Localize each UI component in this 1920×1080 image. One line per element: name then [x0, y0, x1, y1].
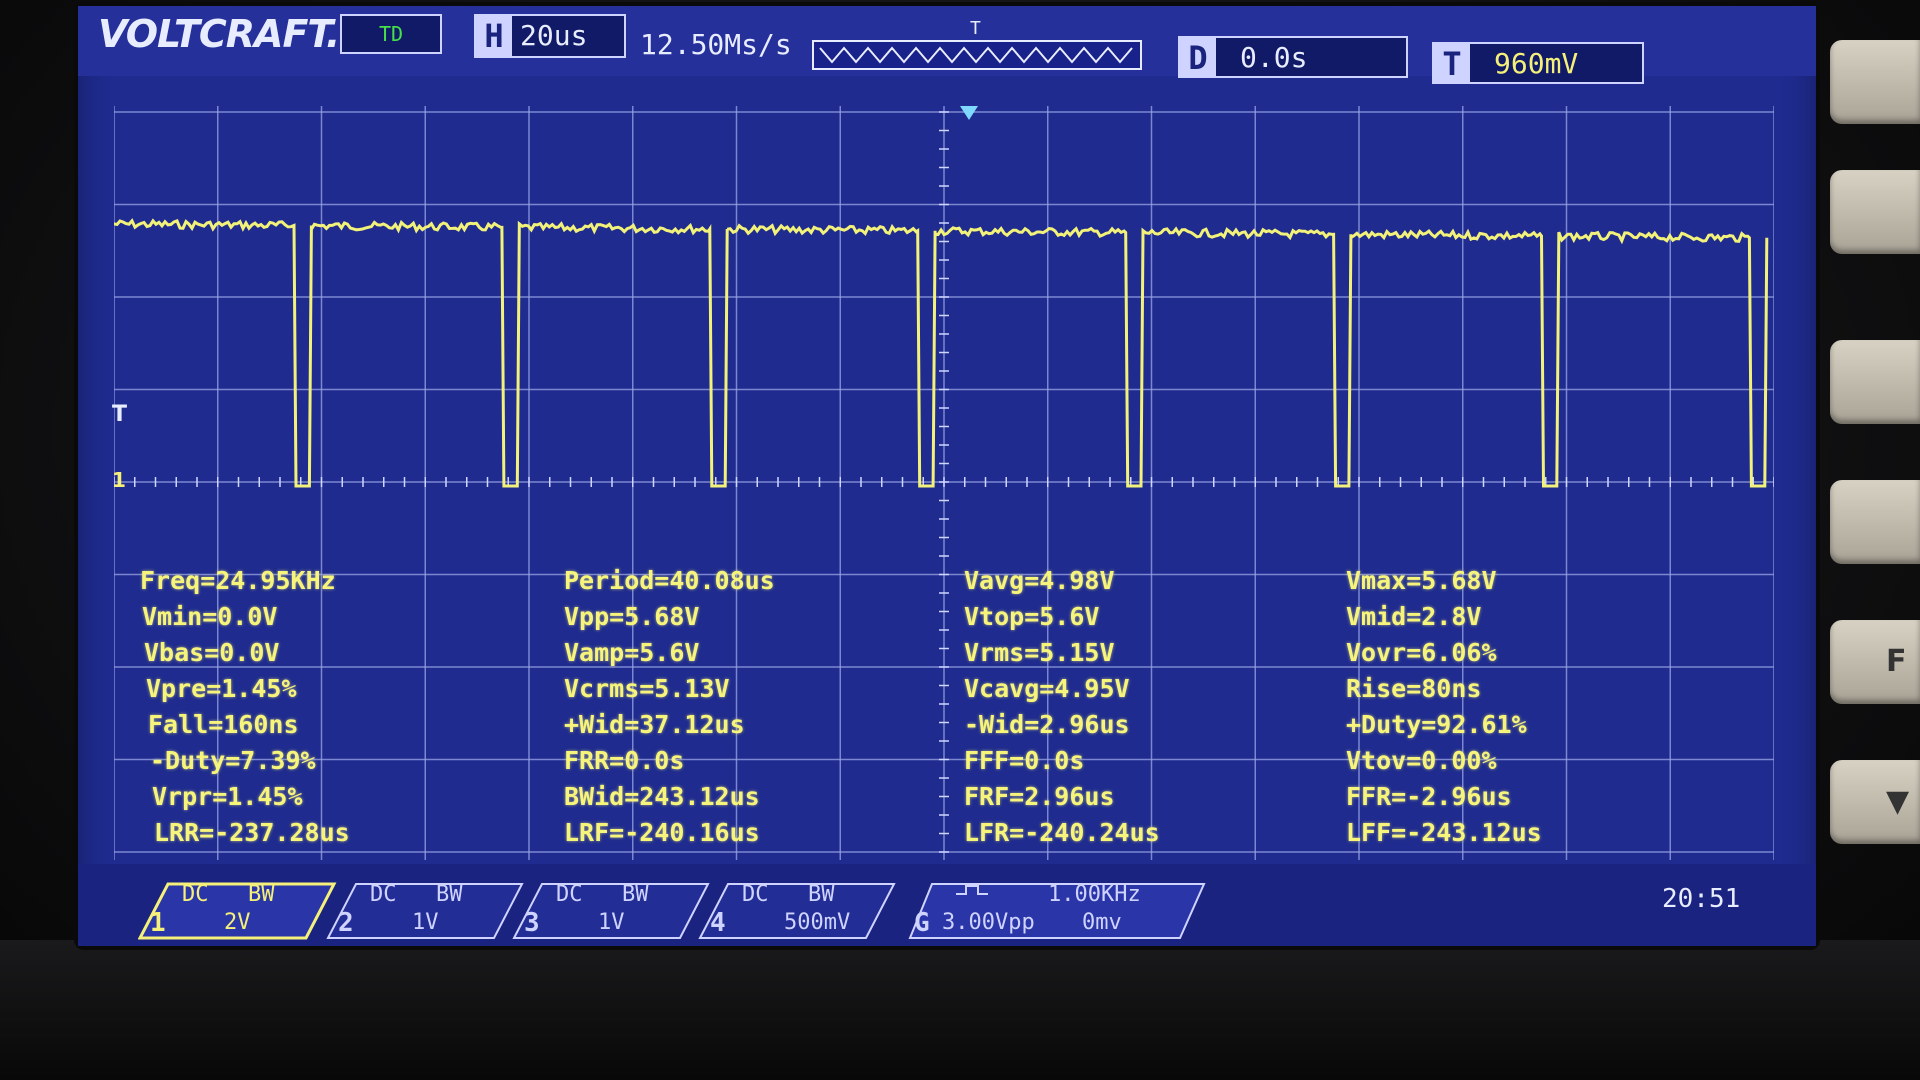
- channel-1-bw: BW: [248, 882, 275, 907]
- measurement-col3-1: Vtop=5.6V: [964, 602, 1100, 631]
- measurement-col1-7: LRR=-237.28us: [154, 818, 350, 847]
- channel-1-button[interactable]: 1 DC BW 2V: [138, 882, 338, 940]
- channel-2-coupling: DC: [370, 882, 397, 907]
- measurement-col1-1: Vmin=0.0V: [142, 602, 278, 631]
- measurement-col1-6: Vrpr=1.45%: [152, 782, 303, 811]
- measurement-col2-7: LRF=-240.16us: [564, 818, 760, 847]
- measurement-col4-3: Rise=80ns: [1346, 674, 1482, 703]
- clock: 20:51: [1662, 884, 1741, 914]
- side-button-3[interactable]: [1830, 340, 1920, 424]
- memory-depth-indicator: [812, 40, 1142, 70]
- side-button-2[interactable]: [1830, 170, 1920, 254]
- measurement-col3-6: FRF=2.96us: [964, 782, 1115, 811]
- channel-3-button[interactable]: 3 DC BW 1V: [512, 882, 712, 940]
- delay-value: 0.0s: [1240, 41, 1308, 74]
- measurement-col2-5: FRR=0.0s: [564, 746, 685, 775]
- channel-2-button[interactable]: 2 DC BW 1V: [326, 882, 526, 940]
- measurement-col1-4: Fall=160ns: [148, 710, 299, 739]
- measurement-col2-2: Vamp=5.6V: [564, 638, 700, 667]
- trigger-level-value: 960mV: [1494, 47, 1579, 80]
- generator-offset: 0mv: [1082, 910, 1122, 935]
- measurement-col2-4: +Wid=37.12us: [564, 710, 745, 739]
- measurement-col4-0: Vmax=5.68V: [1346, 566, 1497, 595]
- channel-4-scale: 500mV: [784, 910, 851, 935]
- delay-box[interactable]: D 0.0s: [1178, 36, 1408, 78]
- channel-2-num: 2: [338, 908, 354, 938]
- measurement-col4-1: Vmid=2.8V: [1346, 602, 1482, 631]
- oscilloscope-screen: VOLTCRAFT. TD H 20us 12.50Ms/s T D 0.0s …: [78, 6, 1816, 946]
- channel-3-coupling: DC: [556, 882, 583, 907]
- channel-3-bw: BW: [622, 882, 649, 907]
- generator-amplitude: 3.00Vpp: [942, 910, 1035, 935]
- measurement-col3-7: LFR=-240.24us: [964, 818, 1160, 847]
- measurement-col3-5: FFF=0.0s: [964, 746, 1085, 775]
- measurement-col4-7: LFF=-243.12us: [1346, 818, 1542, 847]
- channel-2-bw: BW: [436, 882, 463, 907]
- measurement-col3-4: -Wid=2.96us: [964, 710, 1130, 739]
- channel-2-scale: 1V: [412, 910, 439, 935]
- channel-1-coupling: DC: [182, 882, 209, 907]
- measurement-col3-0: Vavg=4.98V: [964, 566, 1115, 595]
- brand-logo: VOLTCRAFT.: [98, 12, 340, 56]
- side-button-5[interactable]: F: [1830, 620, 1920, 704]
- channel-3-num: 3: [524, 908, 540, 938]
- channel-4-bw: BW: [808, 882, 835, 907]
- delay-key: D: [1180, 38, 1216, 78]
- side-button-6[interactable]: ▼: [1830, 760, 1920, 844]
- side-button-5-label: F: [1886, 644, 1907, 679]
- timebase-box[interactable]: H 20us: [474, 14, 626, 58]
- timebase-value: 20us: [520, 19, 588, 52]
- sample-rate: 12.50Ms/s: [640, 28, 792, 61]
- measurement-col2-0: Period=40.08us: [564, 566, 775, 595]
- bezel-bottom: [0, 940, 1920, 1080]
- measurement-col3-2: Vrms=5.15V: [964, 638, 1115, 667]
- top-status-bar: VOLTCRAFT. TD H 20us 12.50Ms/s T D 0.0s …: [78, 6, 1816, 84]
- side-button-6-label: ▼: [1886, 784, 1910, 819]
- memory-wave-icon: [819, 46, 1133, 64]
- ch1-ground-marker: 1: [112, 468, 126, 492]
- measurement-col2-6: BWid=243.12us: [564, 782, 760, 811]
- measurement-col4-4: +Duty=92.61%: [1346, 710, 1527, 739]
- measurement-col1-0: Freq=24.95KHz: [140, 566, 336, 595]
- channel-1-scale: 2V: [224, 910, 251, 935]
- generator-key: G: [914, 908, 930, 938]
- side-button-1[interactable]: [1830, 40, 1920, 124]
- measurement-col1-2: Vbas=0.0V: [144, 638, 280, 667]
- measurement-col4-2: Vovr=6.06%: [1346, 638, 1497, 667]
- timebase-key: H: [476, 16, 512, 56]
- measurement-col2-1: Vpp=5.68V: [564, 602, 700, 631]
- channel-1-num: 1: [150, 908, 166, 938]
- channel-4-button[interactable]: 4 DC BW 500mV: [698, 882, 898, 940]
- memory-trigger-marker: T: [970, 18, 981, 39]
- measurement-col3-3: Vcavg=4.95V: [964, 674, 1130, 703]
- measurement-col2-3: Vcrms=5.13V: [564, 674, 730, 703]
- waveform-grid: [114, 106, 1774, 860]
- trigger-key: T: [1434, 44, 1470, 84]
- channel-3-scale: 1V: [598, 910, 625, 935]
- trigger-level-marker: T: [112, 402, 128, 427]
- generator-indicator[interactable]: G 1.00KHz 3.00Vpp 0mv: [908, 882, 1208, 940]
- trigger-level-box[interactable]: T 960mV: [1432, 42, 1644, 84]
- side-button-4[interactable]: [1830, 480, 1920, 564]
- measurement-col1-3: Vpre=1.45%: [146, 674, 297, 703]
- grid-ticks: [114, 111, 1774, 853]
- channel-4-coupling: DC: [742, 882, 769, 907]
- generator-frequency: 1.00KHz: [1048, 882, 1141, 907]
- measurement-col1-5: -Duty=7.39%: [150, 746, 316, 775]
- measurement-col4-5: Vtov=0.00%: [1346, 746, 1497, 775]
- trigger-status: TD: [340, 14, 442, 54]
- channel-4-num: 4: [710, 908, 726, 938]
- measurement-col4-6: FFR=-2.96us: [1346, 782, 1512, 811]
- trigger-position-marker: [960, 106, 978, 120]
